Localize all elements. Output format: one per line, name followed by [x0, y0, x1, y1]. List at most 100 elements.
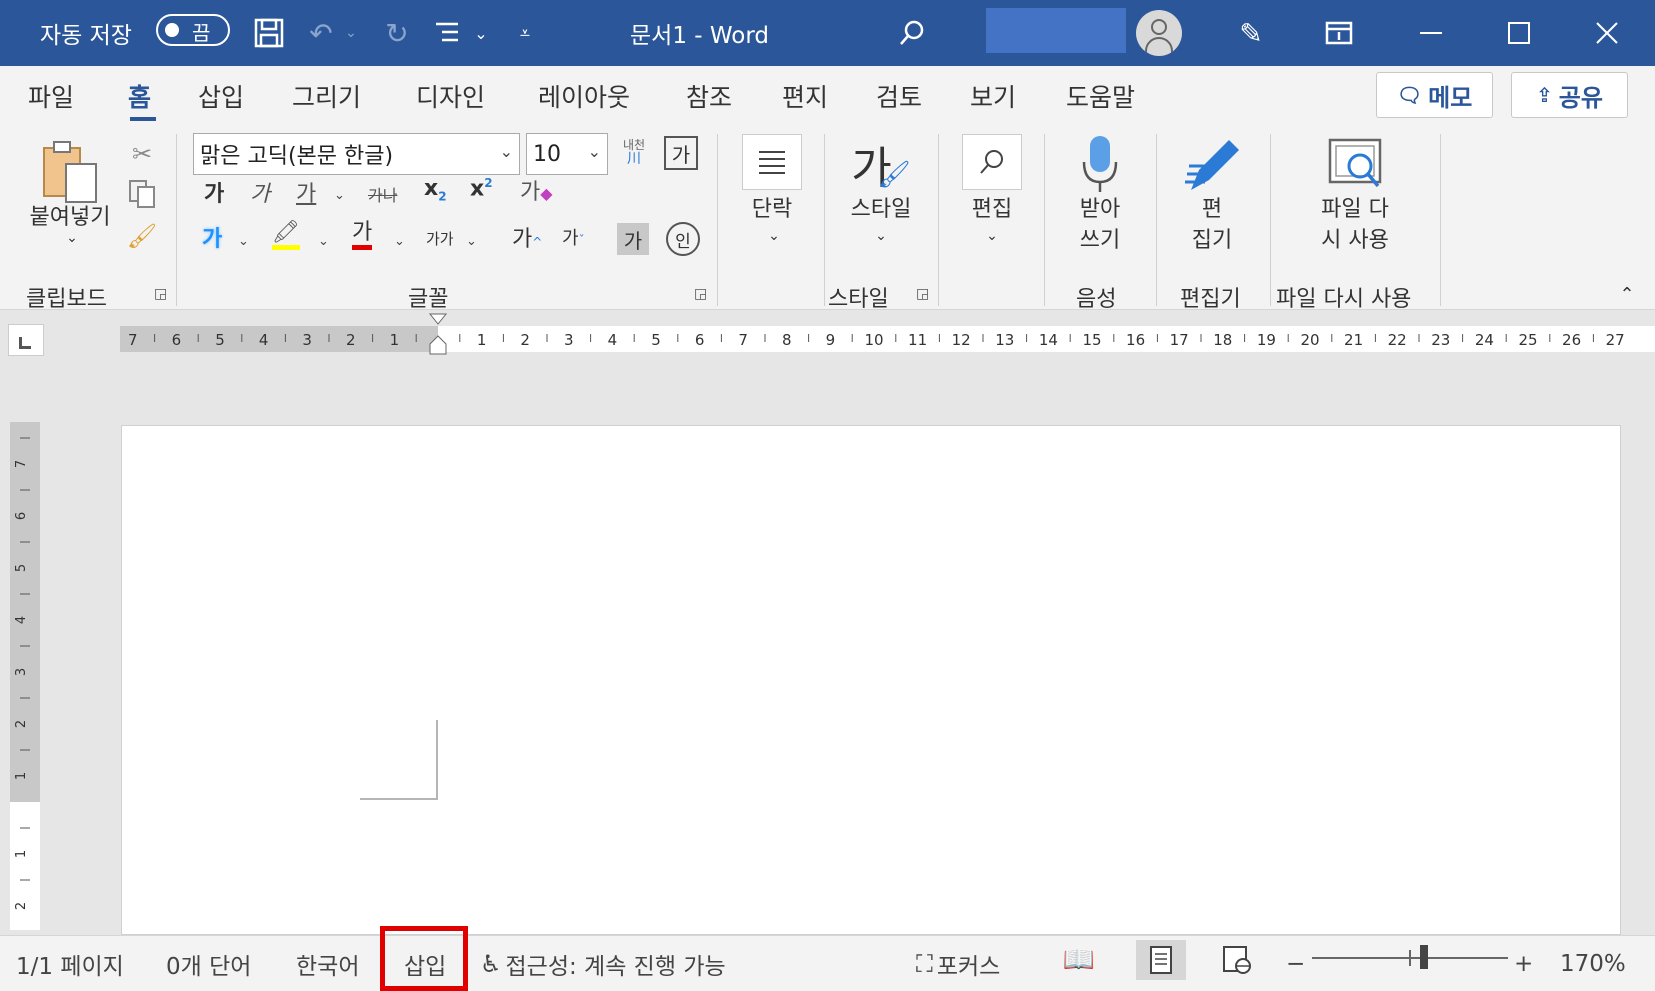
- underline-icon[interactable]: 가: [296, 176, 316, 208]
- character-border-icon[interactable]: 가: [664, 136, 698, 170]
- vertical-ruler-number: 2: [14, 902, 29, 910]
- paste-dropdown-icon[interactable]: ⌄: [60, 228, 84, 248]
- zoom-in-button[interactable]: +: [1514, 936, 1533, 991]
- cut-icon[interactable]: ✂: [124, 136, 160, 172]
- tab-references[interactable]: 참조: [686, 78, 732, 114]
- list-bullets-icon[interactable]: [428, 14, 466, 52]
- highlight-dropdown-icon[interactable]: ⌄: [318, 234, 329, 249]
- enclose-characters-icon[interactable]: 인: [666, 222, 700, 256]
- editing-dropdown-icon[interactable]: ⌄: [980, 226, 1004, 246]
- redo-icon[interactable]: ↻: [378, 14, 416, 52]
- tab-design[interactable]: 디자인: [416, 78, 485, 114]
- superscript-icon[interactable]: x2: [470, 176, 493, 201]
- reuse-files-icon[interactable]: [1320, 134, 1390, 196]
- tab-help[interactable]: 도움말: [1066, 78, 1135, 114]
- italic-icon[interactable]: 가: [250, 176, 270, 208]
- reuse-files-label[interactable]: 파일 다 시 사용: [1300, 194, 1410, 256]
- document-area[interactable]: 7 6 5 4 3 2 1 1 2: [0, 362, 1655, 935]
- grow-font-icon[interactable]: 가^: [512, 221, 542, 253]
- editing-label[interactable]: 편집: [952, 194, 1032, 225]
- indent-marker-icon[interactable]: [428, 313, 448, 355]
- font-color-icon[interactable]: 가: [352, 221, 373, 250]
- designer-pen-icon[interactable]: ✎: [1232, 14, 1270, 52]
- font-name-combo[interactable]: 맑은 고딕(본문 한글) ⌄: [193, 133, 520, 175]
- share-button[interactable]: ⇪ 공유: [1511, 72, 1628, 118]
- search-icon[interactable]: [893, 14, 931, 52]
- tab-view[interactable]: 보기: [970, 78, 1016, 114]
- strikethrough-icon[interactable]: 가나: [368, 182, 397, 206]
- paragraph-dropdown-icon[interactable]: ⌄: [762, 226, 786, 246]
- word-count[interactable]: 0개 단어: [166, 936, 251, 991]
- accessibility-checker[interactable]: ♿ 접근성: 계속 진행 가능: [480, 936, 726, 991]
- paragraph-icon[interactable]: [742, 134, 802, 190]
- tab-review[interactable]: 검토: [876, 78, 922, 114]
- account-name-box[interactable]: [986, 8, 1126, 53]
- clipboard-launcher-icon[interactable]: ◲: [154, 286, 167, 302]
- horizontal-ruler[interactable]: 7 6 5 4 3 2 1 1 2 3 4 5 6 7 8 9 10 11 12 13 14 15 16 17 18 19 20 21…: [0, 310, 1655, 362]
- font-size-chevron-icon[interactable]: ⌄: [588, 142, 601, 161]
- character-shading-icon[interactable]: 가: [617, 223, 649, 255]
- highlight-icon[interactable]: 🖍: [272, 221, 300, 250]
- autosave-toggle[interactable]: 끔: [156, 14, 230, 46]
- tab-mailings[interactable]: 편지: [782, 78, 828, 114]
- ribbon-display-icon[interactable]: [1320, 14, 1358, 52]
- editor-label[interactable]: 편 집기: [1172, 194, 1252, 256]
- editor-icon[interactable]: [1178, 132, 1248, 198]
- bold-icon[interactable]: 가: [204, 176, 224, 208]
- character-spacing-dropdown-icon[interactable]: ⌄: [466, 234, 477, 249]
- close-icon[interactable]: [1588, 14, 1626, 52]
- document-page[interactable]: [121, 425, 1621, 935]
- find-icon[interactable]: [962, 134, 1022, 190]
- tab-insert[interactable]: 삽입: [198, 78, 244, 114]
- font-name-chevron-icon[interactable]: ⌄: [500, 142, 513, 161]
- text-effects-dropdown-icon[interactable]: ⌄: [238, 234, 249, 249]
- focus-mode-button[interactable]: ⛶ 포커스: [916, 936, 1000, 991]
- read-mode-icon[interactable]: 📖: [1054, 940, 1104, 980]
- ruler-number: 8: [782, 331, 792, 349]
- tab-file[interactable]: 파일: [28, 78, 74, 114]
- format-painter-icon[interactable]: 🖌: [124, 218, 160, 254]
- undo-icon[interactable]: ↶: [302, 14, 340, 52]
- maximize-icon[interactable]: [1500, 14, 1538, 52]
- font-color-dropdown-icon[interactable]: ⌄: [394, 234, 405, 249]
- underline-dropdown-icon[interactable]: ⌄: [334, 188, 345, 203]
- paste-icon[interactable]: [38, 138, 102, 208]
- ruler-number: 10: [864, 331, 883, 349]
- tab-layout[interactable]: 레이아웃: [538, 78, 630, 114]
- editor-line1: 편: [1201, 197, 1223, 222]
- zoom-slider-thumb[interactable]: [1420, 945, 1428, 969]
- text-effects-icon[interactable]: 가: [202, 221, 222, 253]
- minimize-icon[interactable]: [1412, 14, 1450, 52]
- copy-icon[interactable]: [124, 176, 160, 212]
- print-layout-icon[interactable]: [1136, 940, 1186, 980]
- save-icon[interactable]: [250, 14, 288, 52]
- styles-label[interactable]: 스타일: [836, 194, 926, 225]
- language-indicator[interactable]: 한국어: [296, 936, 359, 991]
- separator: [1044, 134, 1045, 306]
- character-spacing-icon[interactable]: 가가: [426, 228, 454, 249]
- customize-qat-icon[interactable]: ⩡: [510, 14, 540, 52]
- list-dropdown-icon[interactable]: ⌄: [470, 14, 492, 52]
- collapse-ribbon-icon[interactable]: ⌃: [1612, 282, 1642, 306]
- styles-launcher-icon[interactable]: ◲: [916, 286, 929, 302]
- web-layout-icon[interactable]: [1212, 940, 1262, 980]
- undo-dropdown-icon[interactable]: ⌄: [342, 14, 360, 52]
- zoom-level[interactable]: 170%: [1560, 936, 1626, 991]
- dictate-label[interactable]: 받아 쓰기: [1060, 194, 1140, 256]
- tab-draw[interactable]: 그리기: [292, 78, 361, 114]
- font-launcher-icon[interactable]: ◲: [694, 286, 707, 302]
- styles-dropdown-icon[interactable]: ⌄: [869, 226, 893, 246]
- avatar[interactable]: [1136, 10, 1182, 56]
- phonetic-guide-icon[interactable]: 내천 川: [616, 132, 652, 172]
- tab-home[interactable]: 홈: [128, 78, 151, 114]
- clear-formatting-icon[interactable]: 가◆: [520, 174, 553, 206]
- shrink-font-icon[interactable]: 가ˇ: [562, 224, 585, 250]
- microphone-icon[interactable]: [1072, 132, 1128, 198]
- memo-button[interactable]: 🗨 메모: [1376, 72, 1493, 118]
- font-size-combo[interactable]: 10 ⌄: [526, 133, 608, 175]
- subscript-icon[interactable]: x2: [424, 176, 447, 203]
- zoom-out-button[interactable]: −: [1286, 936, 1305, 991]
- page-count[interactable]: 1/1 페이지: [16, 936, 124, 991]
- styles-icon[interactable]: 가 🖌: [846, 132, 916, 196]
- paragraph-label[interactable]: 단락: [732, 194, 812, 225]
